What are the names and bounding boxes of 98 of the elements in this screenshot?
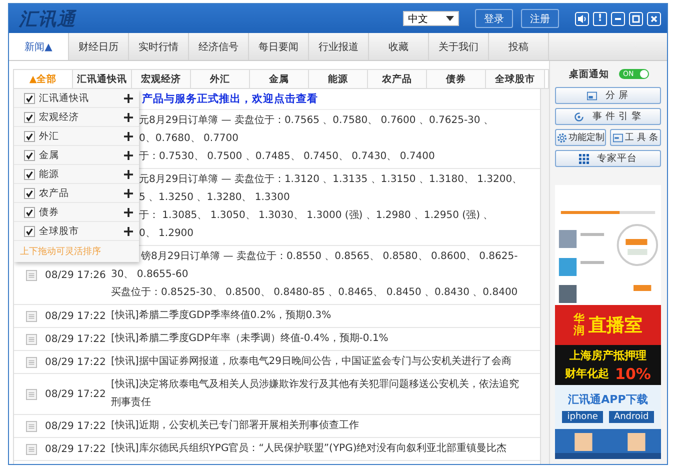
menu-item-label[interactable]: 债券 (39, 206, 124, 218)
category-tab[interactable]: 金属 (250, 70, 309, 88)
sidebar-button[interactable]: 专家平台 (555, 150, 661, 167)
nav-tab[interactable]: 投稿 (489, 33, 549, 60)
category-tab[interactable]: 农产品 (368, 70, 427, 88)
nav-tab[interactable]: 经济信号 (189, 33, 249, 60)
scrollbar[interactable] (540, 89, 549, 464)
nav-tab[interactable]: 行业报道 (309, 33, 369, 60)
news-text: 元8月29日订单簿 — 卖盘位于：1.3120 、1.3135 、1.3150 、1.3180、 1.3200、 (139, 172, 524, 187)
plus-icon[interactable] (124, 150, 133, 160)
banner-text: 10% (615, 364, 651, 382)
maximize-icon[interactable] (629, 12, 643, 26)
news-text[interactable]: [快讯]据中国证券网报道，欣泰电气29日晚间公告，中国证监会专门与公安机关进行了会商 (111, 353, 540, 371)
checkbox[interactable] (24, 92, 35, 104)
news-text: 于： 1.3085、 1.3050、 1.3030、 1.3000 (强) 、1.2980 、1.2950 (强) 、 (139, 209, 494, 223)
news-text: 5 、1.3250 、1.3280、 1.3300 (139, 191, 291, 205)
category-tab[interactable]: 外汇 (191, 70, 250, 88)
plus-icon[interactable] (124, 112, 133, 122)
news-text: 于：0.7530、 0.7500 、0.7485、 0.7450、 0.7430、 0.7400 (139, 150, 436, 164)
toolbar-icon (613, 132, 624, 142)
news-text[interactable]: [快讯]近期，公安机关已专门部署开展相关刑事侦查工作 (111, 417, 540, 435)
alert-button[interactable]: ! (593, 12, 607, 26)
language-select[interactable]: 中文 (403, 11, 459, 26)
download-button[interactable]: iphone (562, 410, 603, 422)
checkbox[interactable] (24, 168, 35, 180)
notify-label: 桌面通知 (569, 68, 609, 80)
close-icon[interactable] (647, 12, 661, 26)
nav-tab[interactable]: 关于我们 (429, 33, 489, 60)
news-text[interactable]: 刑事责任 (111, 394, 540, 412)
news-text: 元8月29日订单簿 — 卖盘位于：0.7565 、0.7580、 0.7600 、0.7625-30 、 (139, 114, 494, 128)
sidebar-button[interactable]: 事 件 引 擎 (555, 108, 661, 125)
plus-icon[interactable] (124, 226, 133, 236)
sidebar-button[interactable]: 工 具 条 (610, 129, 661, 146)
plus-icon[interactable] (124, 132, 133, 140)
news-time: 08/29 17:22 (45, 310, 107, 322)
news-time: 08/29 17:22 (45, 420, 107, 432)
menu-item-label[interactable]: 农产品 (39, 186, 124, 200)
plus-icon[interactable] (124, 208, 133, 216)
news-text[interactable]: [快讯]希腊二季度GDP季率终值0.2%，预期0.3% (111, 307, 540, 325)
news-time: 08/29 17:22 (45, 356, 107, 368)
menu-item-label[interactable]: 汇讯通快讯 (39, 92, 124, 104)
grid-icon (579, 154, 589, 164)
checkbox[interactable] (24, 112, 35, 122)
news-text[interactable]: 30、 0.8655-60 (111, 266, 540, 284)
news-time: 08/29 17:22 (45, 388, 107, 400)
category-tab[interactable]: 债券 (427, 70, 486, 88)
news-time: 08/29 17:22 (45, 444, 107, 454)
news-text[interactable]: [快讯]库尔德民兵组织YPG官员：“人民保护联盟”(YPG)绝对没有向叙利亚北部重镇曼比杰 (111, 440, 540, 458)
news-time: 08/29 17:22 (45, 334, 107, 344)
header-button[interactable]: 登录 (475, 9, 513, 28)
headline-link[interactable]: 产品与服务正式推出，欢迎点击查看 (142, 92, 318, 106)
banner-text: 汇讯通APP下载 (568, 392, 648, 406)
sidebar-button[interactable]: 功能定制 (555, 129, 606, 146)
category-tab[interactable]: 汇讯通快讯 (73, 70, 132, 88)
settings-icon (556, 132, 566, 142)
plus-icon[interactable] (124, 170, 133, 178)
menu-item-label[interactable]: 能源 (39, 168, 124, 180)
banner-text: 直播室 (588, 314, 642, 337)
category-tab[interactable]: 能源 (309, 70, 368, 88)
header-button[interactable]: 注册 (521, 9, 559, 28)
news-text[interactable]: [快讯]希腊二季度GDP年率（未季调）终值-0.4%，预期-0.1% (111, 330, 540, 348)
caret-icon (446, 16, 454, 21)
menu-item-label[interactable]: 金属 (39, 148, 124, 162)
app-banner[interactable]: 汇讯通APP下载 iphone Android (555, 385, 661, 429)
nav-tab[interactable]: 收藏 (369, 33, 429, 60)
menu-item-label[interactable]: 宏观经济 (39, 110, 124, 124)
checkbox[interactable] (24, 188, 35, 198)
nav-tab[interactable]: 新闻▲ (9, 33, 69, 60)
app-logo: 汇讯通 (19, 8, 76, 30)
loan-banner[interactable]: 上海房产抵押理 财年化起 10% (555, 345, 661, 385)
nav-tab[interactable]: 实时行情 (129, 33, 189, 60)
news-text[interactable]: 买盘位于：0.8525-30、 0.8500、 0.8480-85 、0.8465、 0.8450 、0.8430 、0.8400 (111, 284, 540, 302)
category-tab[interactable]: 宏观经济 (132, 70, 191, 88)
speaker-icon[interactable] (575, 12, 589, 26)
plus-icon[interactable] (124, 188, 133, 198)
checkbox[interactable] (24, 206, 35, 218)
nav-tab[interactable]: 财经日历 (69, 33, 129, 60)
news-text: 0、0.7680、 0.7700 (139, 132, 240, 146)
news-time: 08/29 17:26 (45, 270, 107, 280)
menu-hint: 上下拖动可灵活排序 (19, 246, 102, 259)
sidebar-button[interactable]: 分 屏 (555, 87, 661, 104)
banner-text: 财年化起 (565, 366, 610, 381)
window-icon (587, 90, 598, 100)
checkbox[interactable] (24, 130, 35, 142)
news-text[interactable]: [快讯]决定将欣泰电气及相关人员涉嫌欺诈发行及其他有关犯罪问题移送公安机关，依法追究 (111, 376, 540, 394)
menu-item-label[interactable]: 外汇 (39, 130, 124, 142)
nav-tab[interactable]: 每日要闻 (249, 33, 309, 60)
banner-text: 华润 (574, 312, 584, 338)
checkbox[interactable] (24, 150, 35, 160)
banner-text: 上海房产抵押理 (570, 348, 646, 362)
news-text: 0、 1.2900 (139, 227, 195, 241)
download-button[interactable]: Android (608, 410, 654, 422)
menu-item-label[interactable]: 全球股市 (39, 224, 124, 238)
checkbox[interactable] (24, 226, 35, 236)
category-tab[interactable]: 全球股市 (486, 70, 545, 88)
minimize-icon[interactable] (611, 12, 625, 26)
refresh-icon (574, 112, 584, 122)
plus-icon[interactable] (124, 94, 133, 102)
